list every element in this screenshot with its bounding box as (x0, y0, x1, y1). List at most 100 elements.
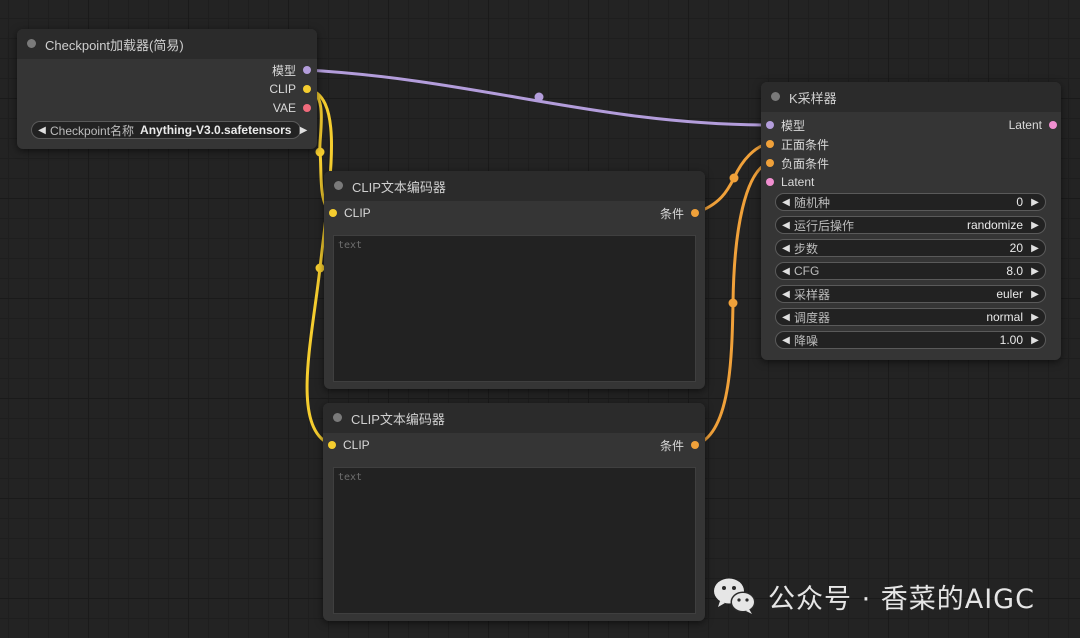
node-title: CLIP文本编码器 (352, 179, 446, 195)
widget-label: 降噪 (794, 333, 819, 348)
arrow-right-icon[interactable]: ▶ (1029, 266, 1041, 277)
node-title-bar[interactable]: CLIP文本编码器 (323, 403, 705, 433)
input-slot-negative[interactable]: 负面条件 (766, 154, 829, 172)
clip-input-dot-icon[interactable] (328, 441, 336, 449)
prompt-textarea[interactable]: text (333, 235, 696, 382)
wire-cond-negative (694, 160, 771, 447)
wechat-icon (714, 578, 756, 614)
widget-label: 随机种 (794, 195, 831, 210)
clip-output-dot-icon[interactable] (303, 85, 311, 93)
arrow-right-icon[interactable]: ▶ (297, 125, 309, 136)
scheduler-widget[interactable]: ◀ 调度器 normal ▶ (775, 308, 1046, 326)
textarea-placeholder: text (338, 240, 363, 251)
widget-value: 1.00 (999, 333, 1023, 347)
slot-label: CLIP (269, 82, 296, 96)
node-title-bar[interactable]: CLIP文本编码器 (324, 171, 705, 201)
collapse-dot-icon[interactable] (771, 92, 780, 101)
cfg-widget[interactable]: ◀ CFG 8.0 ▶ (775, 262, 1046, 280)
denoise-widget[interactable]: ◀ 降噪 1.00 ▶ (775, 331, 1046, 349)
widget-value: 0 (1016, 195, 1023, 209)
wire-cond-positive-midpoint (729, 173, 739, 183)
widget-value: normal (986, 310, 1023, 324)
arrow-left-icon[interactable]: ◀ (780, 197, 792, 208)
arrow-left-icon[interactable]: ◀ (780, 335, 792, 346)
watermark: 公众号 · 香菜的AIGC (712, 576, 1035, 616)
widget-label: 步数 (794, 241, 819, 256)
slot-label: 条件 (659, 438, 684, 453)
conditioning-output-dot-icon[interactable] (691, 441, 699, 449)
collapse-dot-icon[interactable] (334, 181, 343, 190)
steps-widget[interactable]: ◀ 步数 20 ▶ (775, 239, 1046, 257)
output-slot-conditioning[interactable]: 条件 (660, 204, 699, 222)
slot-label: 正面条件 (781, 137, 830, 152)
arrow-left-icon[interactable]: ◀ (780, 266, 792, 277)
slot-label: 负面条件 (781, 156, 830, 171)
arrow-right-icon[interactable]: ▶ (1029, 289, 1041, 300)
node-title-bar[interactable]: K采样器 (761, 82, 1061, 112)
output-slot-latent[interactable]: Latent (1009, 116, 1057, 134)
arrow-right-icon[interactable]: ▶ (1029, 335, 1041, 346)
output-slot-vae[interactable]: VAE (273, 99, 311, 117)
watermark-text: 公众号 · 香菜的AIGC (768, 583, 1035, 615)
output-slot-clip[interactable]: CLIP (269, 80, 311, 98)
model-input-dot-icon[interactable] (766, 121, 774, 129)
slot-label: Latent (1008, 118, 1042, 132)
node-title-bar[interactable]: Checkpoint加载器(简易) (17, 29, 317, 59)
latent-input-dot-icon[interactable] (766, 178, 774, 186)
widget-value: 20 (1009, 241, 1023, 255)
output-slot-conditioning[interactable]: 条件 (660, 436, 699, 454)
wire-model (306, 68, 771, 127)
arrow-left-icon[interactable]: ◀ (36, 125, 48, 136)
conditioning-output-dot-icon[interactable] (691, 209, 699, 217)
arrow-right-icon[interactable]: ▶ (1029, 197, 1041, 208)
input-slot-model[interactable]: 模型 (766, 116, 805, 134)
clip-text-encoder-node-1[interactable]: CLIP文本编码器 CLIP 条件 text (324, 171, 705, 389)
slot-label: Latent (781, 175, 815, 189)
wire-cond-positive (694, 141, 771, 215)
slot-label: 模型 (781, 118, 806, 133)
widget-label: CFG (794, 264, 820, 278)
control-after-generate-widget[interactable]: ◀ 运行后操作 randomize ▶ (775, 216, 1046, 234)
vae-output-dot-icon[interactable] (303, 104, 311, 112)
checkpoint-loader-node[interactable]: Checkpoint加载器(简易) 模型 CLIP VAE ◀ Checkpoi… (17, 29, 317, 149)
seed-widget[interactable]: ◀ 随机种 0 ▶ (775, 193, 1046, 211)
output-slot-model[interactable]: 模型 (272, 61, 311, 79)
input-slot-latent[interactable]: Latent (766, 173, 814, 191)
clip-input-dot-icon[interactable] (329, 209, 337, 217)
arrow-left-icon[interactable]: ◀ (780, 243, 792, 254)
input-slot-clip[interactable]: CLIP (329, 204, 371, 222)
arrow-left-icon[interactable]: ◀ (780, 289, 792, 300)
input-slot-clip[interactable]: CLIP (328, 436, 370, 454)
slot-label: CLIP (343, 438, 370, 452)
slot-label: CLIP (344, 206, 371, 220)
textarea-placeholder: text (338, 472, 363, 483)
model-output-dot-icon[interactable] (303, 66, 311, 74)
positive-input-dot-icon[interactable] (766, 140, 774, 148)
widget-value: Anything-V3.0.safetensors (140, 123, 292, 137)
wire-model-midpoint (534, 92, 544, 102)
arrow-right-icon[interactable]: ▶ (1029, 312, 1041, 323)
checkpoint-name-combo[interactable]: ◀ Checkpoint名称 Anything-V3.0.safetensors… (31, 121, 307, 139)
node-title: Checkpoint加载器(简易) (45, 37, 184, 53)
node-title: CLIP文本编码器 (351, 411, 445, 427)
input-slot-positive[interactable]: 正面条件 (766, 135, 829, 153)
sampler-name-widget[interactable]: ◀ 采样器 euler ▶ (775, 285, 1046, 303)
widget-value: randomize (966, 218, 1023, 232)
collapse-dot-icon[interactable] (333, 413, 342, 422)
wire-cond-negative-midpoint (728, 298, 738, 308)
arrow-left-icon[interactable]: ◀ (780, 312, 792, 323)
clip-text-encoder-node-2[interactable]: CLIP文本编码器 CLIP 条件 text (323, 403, 705, 621)
wire-clip-1-midpoint (315, 147, 325, 157)
negative-input-dot-icon[interactable] (766, 159, 774, 167)
ksampler-node[interactable]: K采样器 模型 正面条件 负面条件 Latent Latent ◀ 随机种 0 … (761, 82, 1061, 360)
slot-label: 条件 (659, 206, 684, 221)
arrow-left-icon[interactable]: ◀ (780, 220, 792, 231)
collapse-dot-icon[interactable] (27, 39, 36, 48)
arrow-right-icon[interactable]: ▶ (1029, 220, 1041, 231)
latent-output-dot-icon[interactable] (1049, 121, 1057, 129)
widget-label: Checkpoint名称 (50, 123, 135, 138)
arrow-right-icon[interactable]: ▶ (1029, 243, 1041, 254)
slot-label: VAE (272, 101, 296, 115)
widget-label: 运行后操作 (794, 218, 855, 233)
prompt-textarea[interactable]: text (333, 467, 696, 614)
